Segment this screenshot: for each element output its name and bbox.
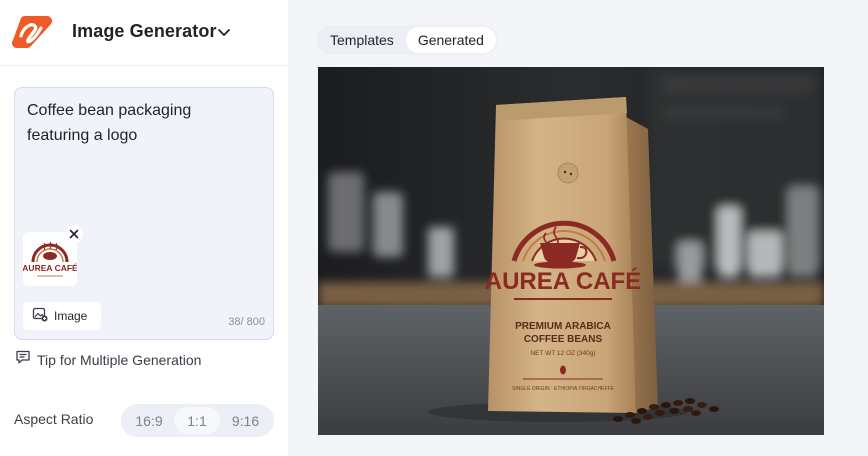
prompt-input[interactable]: Coffee bean packaging featuring a logo: [27, 98, 259, 148]
prompt-box[interactable]: Coffee bean packaging featuring a logo A…: [14, 87, 274, 340]
app-title[interactable]: Image Generator: [72, 21, 217, 42]
bag-product-line1: PREMIUM ARABICA: [515, 321, 611, 332]
character-count: 38/ 800: [228, 316, 265, 328]
bag-weight: NET WT 12 OZ (340g): [530, 350, 595, 357]
result-tabs: Templates Generated: [316, 25, 498, 55]
left-panel: Image Generator Coffee bean packaging fe…: [0, 0, 288, 456]
result-panel: Templates Generated AUREA CAFÉ PREMIUM A…: [288, 0, 868, 456]
thumbnail-logo-text: AUREA CAFÉ: [23, 263, 77, 273]
chevron-down-icon[interactable]: [216, 24, 232, 40]
tab-generated[interactable]: Generated: [405, 27, 496, 53]
tip-label: Tip for Multiple Generation: [37, 351, 202, 368]
bag-product-line2: COFFEE BEANS: [524, 334, 603, 345]
aspect-ratio-16-9[interactable]: 16:9: [124, 407, 174, 434]
aspect-ratio-selector: 16:9 1:1 9:16: [121, 404, 274, 437]
aspect-ratio-1-1[interactable]: 1:1: [174, 407, 220, 434]
add-image-button-label: Image: [54, 309, 88, 323]
bag-origin: SINGLE ORIGIN · ETHIOPIA YIRGACHEFFE: [512, 386, 615, 392]
add-image-button[interactable]: Image: [23, 302, 101, 330]
aspect-ratio-9-16[interactable]: 9:16: [220, 407, 271, 434]
tab-templates[interactable]: Templates: [318, 27, 406, 53]
remove-attachment-close-icon[interactable]: [65, 225, 83, 243]
aspect-ratio-label: Aspect Ratio: [14, 411, 94, 427]
top-bar: Image Generator: [0, 0, 288, 66]
generated-image[interactable]: AUREA CAFÉ PREMIUM ARABICA COFFEE BEANS …: [318, 67, 824, 435]
multiple-generation-tip[interactable]: Tip for Multiple Generation: [15, 349, 201, 370]
bag-brand-text: AUREA CAFÉ: [485, 267, 641, 295]
app-logo-icon: [11, 14, 53, 50]
message-icon: [15, 349, 31, 370]
image-upload-icon: [32, 306, 48, 327]
